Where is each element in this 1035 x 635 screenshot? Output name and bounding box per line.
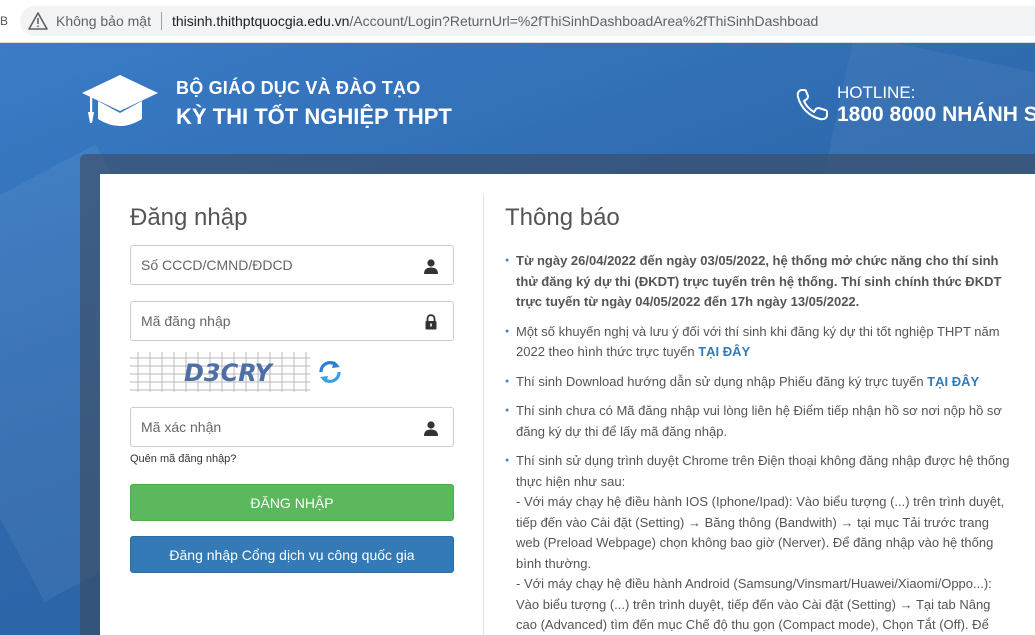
hotline-number[interactable]: 1800 8000 NHÁNH SỐ <box>837 103 1035 127</box>
url-host[interactable]: thisinh.thithptquocgia.edu.vn <box>172 13 349 29</box>
ios-instructions: - Với máy chạy hệ điều hành IOS (Iphone/… <box>516 494 1005 571</box>
id-number-input[interactable] <box>131 246 411 284</box>
notice-item: Thí sinh Download hướng dẫn sử dụng nhập… <box>505 372 1010 393</box>
url-path[interactable]: /Account/Login?ReturnUrl=%2fThiSinhDashb… <box>349 13 818 29</box>
notice-text: Thí sinh chưa có Mã đăng nhập vui lòng l… <box>516 403 1002 439</box>
graduation-cap-icon <box>82 75 158 126</box>
login-code-field[interactable] <box>130 301 454 341</box>
address-separator <box>160 12 162 30</box>
not-secure-label[interactable]: Không bảo mật <box>56 13 151 29</box>
captcha-field[interactable] <box>130 407 454 447</box>
android-instructions: - Với máy chạy hệ điều hành Android (Sam… <box>516 576 992 632</box>
login-card: Đăng nhập Số CCCD/CMND/ĐDCD D3CRY Mã xác… <box>100 174 1035 635</box>
exam-name: KỲ THI TỐT NGHIỆP THPT <box>176 104 452 129</box>
tab-edge: B <box>0 14 9 28</box>
notice-item: Từ ngày 26/04/2022 đến ngày 03/05/2022, … <box>505 251 1010 313</box>
refresh-icon[interactable] <box>316 358 344 386</box>
browser-address-bar: B Không bảo mật thisinh.thithptquocgia.e… <box>0 0 1035 43</box>
notice-item: Thí sinh sử dụng trình duyệt Chrome trên… <box>505 451 1010 635</box>
login-title: Đăng nhập <box>130 204 248 231</box>
login-button[interactable]: ĐĂNG NHẬP <box>130 484 454 521</box>
hotline-label: HOTLINE: <box>837 83 916 102</box>
national-portal-login-button[interactable]: Đăng nhập Cổng dịch vụ công quốc gia <box>130 536 454 573</box>
omnibox[interactable]: Không bảo mật thisinh.thithptquocgia.edu… <box>20 6 1035 36</box>
login-code-input[interactable] <box>131 302 411 340</box>
phone-icon <box>796 89 828 121</box>
notice-title: Thông báo <box>505 204 620 231</box>
user-icon <box>424 421 438 436</box>
warning-icon[interactable] <box>28 12 48 30</box>
user-icon <box>424 259 438 274</box>
download-guide-link[interactable]: TẠI ĐÂY <box>927 374 979 389</box>
forgot-code-link[interactable]: Quên mã đăng nhập? <box>130 453 236 465</box>
captcha-image: D3CRY <box>130 352 310 392</box>
notice-item: Một số khuyến nghị và lưu ý đối với thí … <box>505 322 1010 363</box>
notice-text: Từ ngày 26/04/2022 đến ngày 03/05/2022, … <box>516 253 1002 309</box>
notice-list: Từ ngày 26/04/2022 đến ngày 03/05/2022, … <box>505 251 1010 635</box>
captcha-input[interactable] <box>131 408 411 446</box>
page-background: BỘ GIÁO DỤC VÀ ĐÀO TẠO KỲ THI TỐT NGHIỆP… <box>0 43 1035 635</box>
ministry-name: BỘ GIÁO DỤC VÀ ĐÀO TẠO <box>176 78 421 98</box>
column-divider <box>483 194 484 635</box>
lock-icon <box>425 314 437 330</box>
notice-text: Một số khuyến nghị và lưu ý đối với thí … <box>516 323 1000 360</box>
recommendations-link[interactable]: TẠI ĐÂY <box>698 344 750 359</box>
notice-item: Thí sinh chưa có Mã đăng nhập vui lòng l… <box>505 401 1010 442</box>
id-number-field[interactable] <box>130 245 454 285</box>
notice-text: Thí sinh sử dụng trình duyệt Chrome trên… <box>516 453 1010 489</box>
notice-text: Thí sinh Download hướng dẫn sử dụng nhập… <box>516 373 928 389</box>
captcha-text: D3CRY <box>184 359 275 387</box>
